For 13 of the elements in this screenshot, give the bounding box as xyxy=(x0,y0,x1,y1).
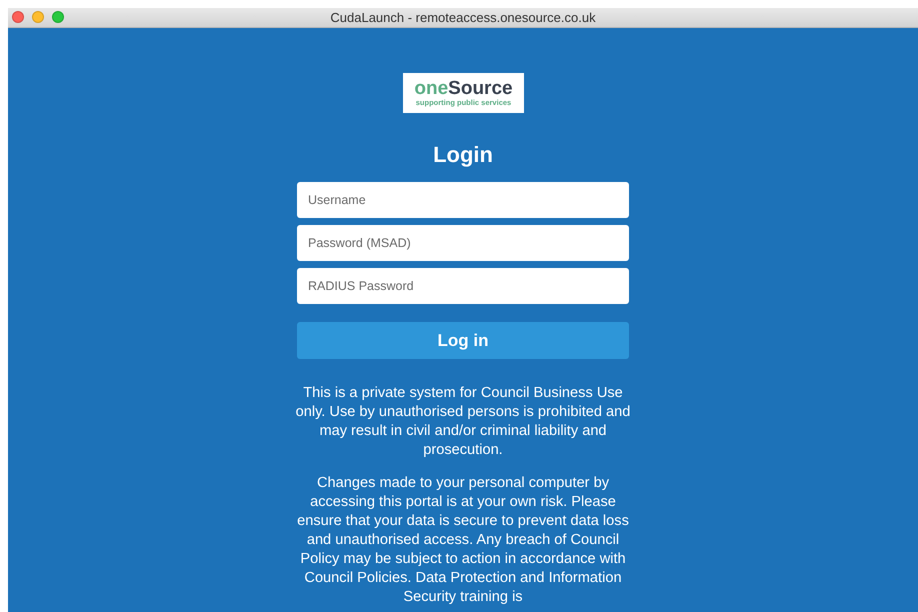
login-button[interactable]: Log in xyxy=(297,322,629,359)
notice-text: This is a private system for Council Business Use only. Use by unauthorised persons is prohibited and may result in civil and/or criminal liability and prosecution. xyxy=(294,384,632,460)
minimize-button[interactable] xyxy=(32,11,44,23)
input-field[interactable]: Password (MSAD) xyxy=(297,225,629,261)
input-field[interactable]: Username xyxy=(297,182,629,218)
logo-text: Source xyxy=(448,80,513,98)
close-button[interactable] xyxy=(12,11,24,23)
logo-text: one xyxy=(414,80,448,98)
window-title: CudaLaunch - remoteaccess.onesource.co.uk xyxy=(330,10,596,25)
notice-text: Changes made to your personal computer by accessing this portal is at your own risk. Please ensure that your data is secure to prevent data loss and unauthorised access. Any breach of Council Policy may be subject to action in accordance with Council Policies. Data Protection and Information Security training is xyxy=(296,474,630,607)
zoom-button[interactable] xyxy=(52,11,64,23)
login-heading: Login xyxy=(433,142,493,168)
input-field[interactable]: RADIUS Password xyxy=(297,268,629,304)
